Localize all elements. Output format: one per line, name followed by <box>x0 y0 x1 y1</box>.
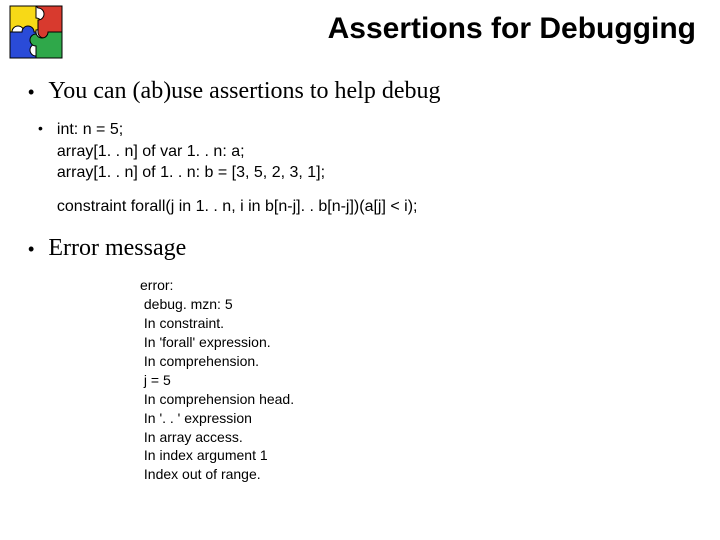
bullet-error-message: • Error message <box>28 235 692 262</box>
bullet-dot-icon: • <box>28 239 34 262</box>
code-block: int: n = 5; array[1. . n] of var 1. . n:… <box>57 119 418 217</box>
error-line: debug. mzn: 5 <box>140 295 692 314</box>
bullet-dot-icon: • <box>38 120 43 217</box>
code-line: int: n = 5; <box>57 119 418 141</box>
error-line: In comprehension. <box>140 352 692 371</box>
error-line: In constraint. <box>140 314 692 333</box>
error-line: In comprehension head. <box>140 390 692 409</box>
error-line: In 'forall' expression. <box>140 333 692 352</box>
error-line: Index out of range. <box>140 465 692 484</box>
bullet-dot-icon: • <box>28 82 34 105</box>
code-line: constraint forall(j in 1. . n, i in b[n-… <box>57 196 418 218</box>
code-line: array[1. . n] of 1. . n: b = [3, 5, 2, 3… <box>57 162 418 184</box>
bullet-text: Error message <box>48 235 186 262</box>
slide-title: Assertions for Debugging <box>0 12 696 46</box>
error-line: In '. . ' expression <box>140 409 692 428</box>
bullet-code-block: • int: n = 5; array[1. . n] of var 1. . … <box>28 119 692 217</box>
error-line: error: <box>140 276 692 295</box>
bullet-abuse-assertions: • You can (ab)use assertions to help deb… <box>28 78 692 105</box>
code-line: array[1. . n] of var 1. . n: a; <box>57 141 418 163</box>
error-output: error: debug. mzn: 5 In constraint. In '… <box>140 276 692 484</box>
error-line: j = 5 <box>140 371 692 390</box>
error-line: In array access. <box>140 428 692 447</box>
bullet-text: You can (ab)use assertions to help debug <box>48 78 440 105</box>
error-line: In index argument 1 <box>140 446 692 465</box>
slide-content: • You can (ab)use assertions to help deb… <box>28 78 692 484</box>
